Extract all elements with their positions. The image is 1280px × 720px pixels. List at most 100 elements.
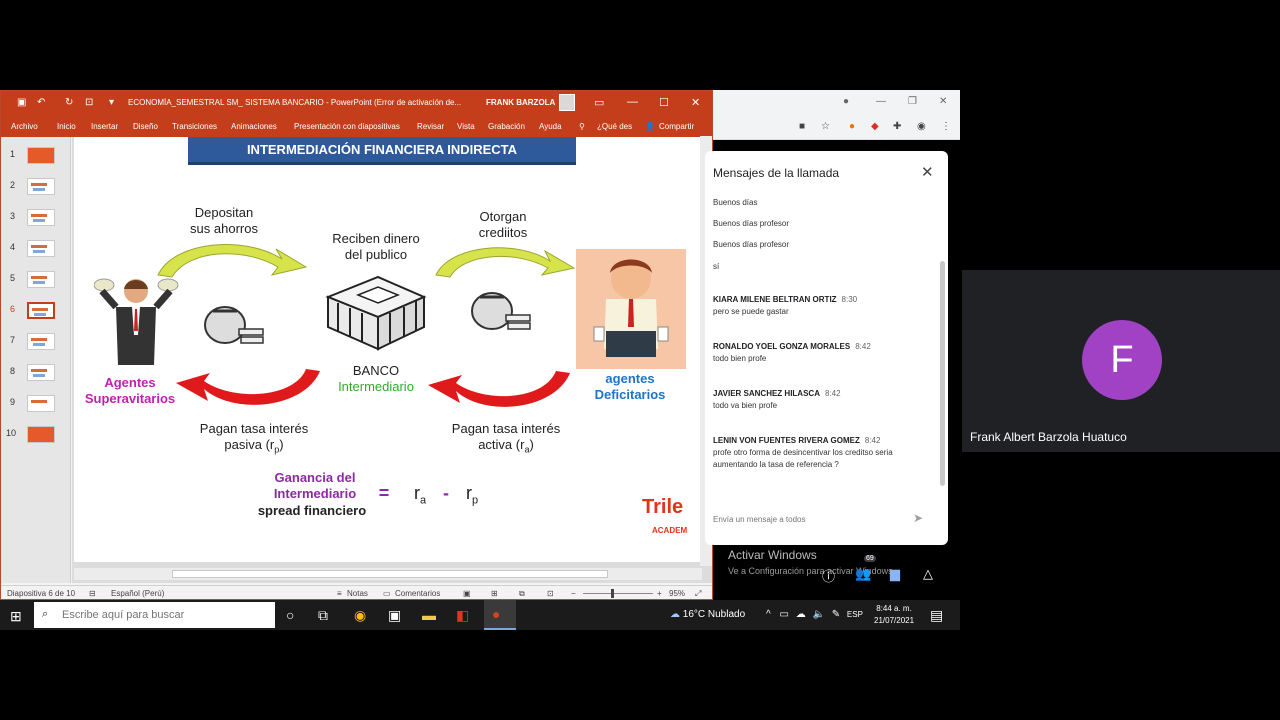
tab-grabacion[interactable]: Grabación	[488, 122, 525, 131]
office-icon[interactable]: ◧	[456, 607, 469, 624]
chrome-taskbar-icon[interactable]: ◉	[354, 607, 366, 624]
chrome-close-icon[interactable]: ✕	[939, 96, 947, 107]
agentes-sup-line-2: Superavitarios	[84, 391, 176, 406]
customize-qa-icon[interactable]: ▾	[109, 97, 114, 108]
ppt-doc-title: ECONOMÍA_SEMESTRAL SM_ SISTEMA BANCARIO …	[128, 98, 462, 107]
tray-chevron-icon[interactable]: ^	[766, 609, 771, 620]
chrome-menu-icon[interactable]: ⋮	[941, 121, 951, 132]
reading-view-icon[interactable]: ⧉	[519, 589, 525, 599]
accessibility-icon[interactable]: ⊟	[89, 589, 96, 598]
tab-transiciones[interactable]: Transiciones	[172, 122, 217, 131]
zoom-slider[interactable]	[583, 593, 653, 594]
thumbnail-number: 3	[10, 211, 16, 221]
thumbnail-8[interactable]: 8	[1, 364, 71, 384]
participant-count-badge: 69	[864, 555, 876, 562]
windows-start-icon[interactable]: ⊞	[10, 608, 22, 625]
powerpoint-taskbar-button[interactable]: ●	[484, 600, 516, 630]
participant-tile[interactable]: F Frank Albert Barzola Huatuco	[962, 270, 1280, 452]
thumbnail-4[interactable]: 4	[1, 240, 71, 260]
send-icon[interactable]: ➤	[913, 511, 923, 525]
tab-inicio[interactable]: Inicio	[57, 122, 76, 131]
close-icon[interactable]: ✕	[691, 96, 700, 109]
redo-icon[interactable]: ↻	[65, 97, 73, 108]
chrome-maximize-icon[interactable]: ❐	[908, 96, 917, 107]
weather-widget[interactable]: ☁ 16°C Nublado	[670, 609, 745, 620]
activities-icon[interactable]: △	[923, 566, 933, 582]
chat-message-input[interactable]	[713, 511, 933, 527]
network-icon[interactable]: ▭	[779, 609, 788, 620]
zoom-level[interactable]: 95%	[669, 589, 685, 598]
present-icon[interactable]: ⊡	[85, 97, 93, 108]
camera-icon[interactable]: ■	[799, 121, 805, 132]
extension-icon[interactable]: ◆	[871, 121, 879, 132]
thumbnail-1[interactable]: 1	[1, 147, 71, 167]
pen-icon[interactable]: ✎	[832, 609, 840, 620]
tab-archivo[interactable]: Archivo	[11, 122, 38, 131]
tab-diseno[interactable]: Diseño	[133, 122, 158, 131]
store-icon[interactable]: ▣	[388, 607, 401, 624]
thumbnail-3[interactable]: 3	[1, 209, 71, 229]
zoom-slider-thumb[interactable]	[611, 589, 614, 598]
taskbar-clock[interactable]: 8:44 a. m. 21/07/2021	[874, 603, 914, 627]
zoom-in-icon[interactable]: +	[657, 589, 662, 598]
user-avatar[interactable]	[559, 94, 575, 111]
slide-horizontal-scrollbar[interactable]	[74, 568, 702, 580]
message-text: pero se puede gastar	[713, 307, 789, 316]
tab-animaciones[interactable]: Animaciones	[231, 122, 277, 131]
thumbnail-7[interactable]: 7	[1, 333, 71, 353]
slideshow-view-icon[interactable]: ⊡	[547, 589, 554, 598]
share-icon[interactable]: 👤	[645, 122, 655, 131]
notifications-icon[interactable]: ▤	[930, 607, 943, 624]
sorter-view-icon[interactable]: ⊞	[491, 589, 498, 598]
thumbnail-10[interactable]: 10	[1, 426, 71, 446]
extension-icon[interactable]: ●	[849, 121, 855, 132]
chat-message: JAVIER SANCHEZ HILASCA 8:42 todo va bien …	[713, 388, 933, 412]
share-button[interactable]: Compartir	[659, 122, 694, 131]
lightbulb-icon: ⚲	[579, 122, 585, 131]
profile-avatar[interactable]: ◉	[917, 121, 926, 132]
close-icon[interactable]: ✕	[921, 163, 934, 181]
slide-canvas[interactable]: INTERMEDIACIÓN FINANCIERA INDIRECTA Depo…	[74, 137, 700, 562]
language-status[interactable]: Español (Perú)	[111, 589, 164, 598]
tab-ayuda[interactable]: Ayuda	[539, 122, 562, 131]
pasiva-line-2: pasiva (rp)	[184, 437, 324, 458]
info-icon[interactable]: ⓘ	[822, 566, 835, 585]
tab-revisar[interactable]: Revisar	[417, 122, 444, 131]
undo-icon[interactable]: ↶	[37, 97, 45, 108]
people-icon[interactable]: 👥	[855, 566, 871, 582]
extensions-puzzle-icon[interactable]: ✚	[893, 121, 901, 132]
onedrive-icon[interactable]: ☁	[796, 609, 806, 620]
file-explorer-icon[interactable]: ▬	[422, 607, 436, 623]
maximize-icon[interactable]: ☐	[659, 96, 669, 109]
chrome-minimize-icon[interactable]: —	[876, 96, 886, 107]
thumbnail-9[interactable]: 9	[1, 395, 71, 415]
pasiva-rate-text: pasiva (r	[224, 437, 275, 452]
thumbnail-2[interactable]: 2	[1, 178, 71, 198]
message-time: 8:30	[841, 295, 858, 304]
taskbar-search-input[interactable]	[34, 602, 275, 628]
chat-icon[interactable]: ▆	[890, 566, 900, 582]
volume-icon[interactable]: 🔈	[813, 609, 825, 620]
notes-button[interactable]: Notas	[347, 589, 368, 598]
normal-view-icon[interactable]: ▣	[463, 589, 471, 598]
thumbnail-5[interactable]: 5	[1, 271, 71, 291]
chat-scrollbar[interactable]	[940, 261, 945, 486]
task-view-icon[interactable]: ⧉	[318, 607, 328, 624]
tab-insertar[interactable]: Insertar	[91, 122, 118, 131]
tab-presentacion[interactable]: Presentación con diapositivas	[294, 122, 400, 131]
cortana-icon[interactable]: ○	[286, 607, 294, 623]
input-language[interactable]: ESP	[847, 610, 863, 619]
fit-slide-icon[interactable]: ⤢	[695, 589, 701, 599]
minimize-icon[interactable]: —	[627, 96, 638, 108]
tab-vista[interactable]: Vista	[457, 122, 475, 131]
message-time: 8:42	[824, 389, 841, 398]
hscroll-thumb[interactable]	[172, 570, 608, 578]
tell-me-search[interactable]: ¿Qué des	[597, 122, 632, 131]
bookmark-star-icon[interactable]: ☆	[821, 121, 830, 132]
ribbon-display-icon[interactable]: ▭	[594, 96, 604, 109]
comments-button[interactable]: Comentarios	[395, 589, 440, 598]
zoom-out-icon[interactable]: −	[571, 589, 576, 598]
chrome-profile-icon[interactable]: ●	[843, 96, 849, 107]
thumbnail-6[interactable]: 6	[1, 302, 71, 322]
save-icon[interactable]: ▣	[17, 97, 26, 108]
